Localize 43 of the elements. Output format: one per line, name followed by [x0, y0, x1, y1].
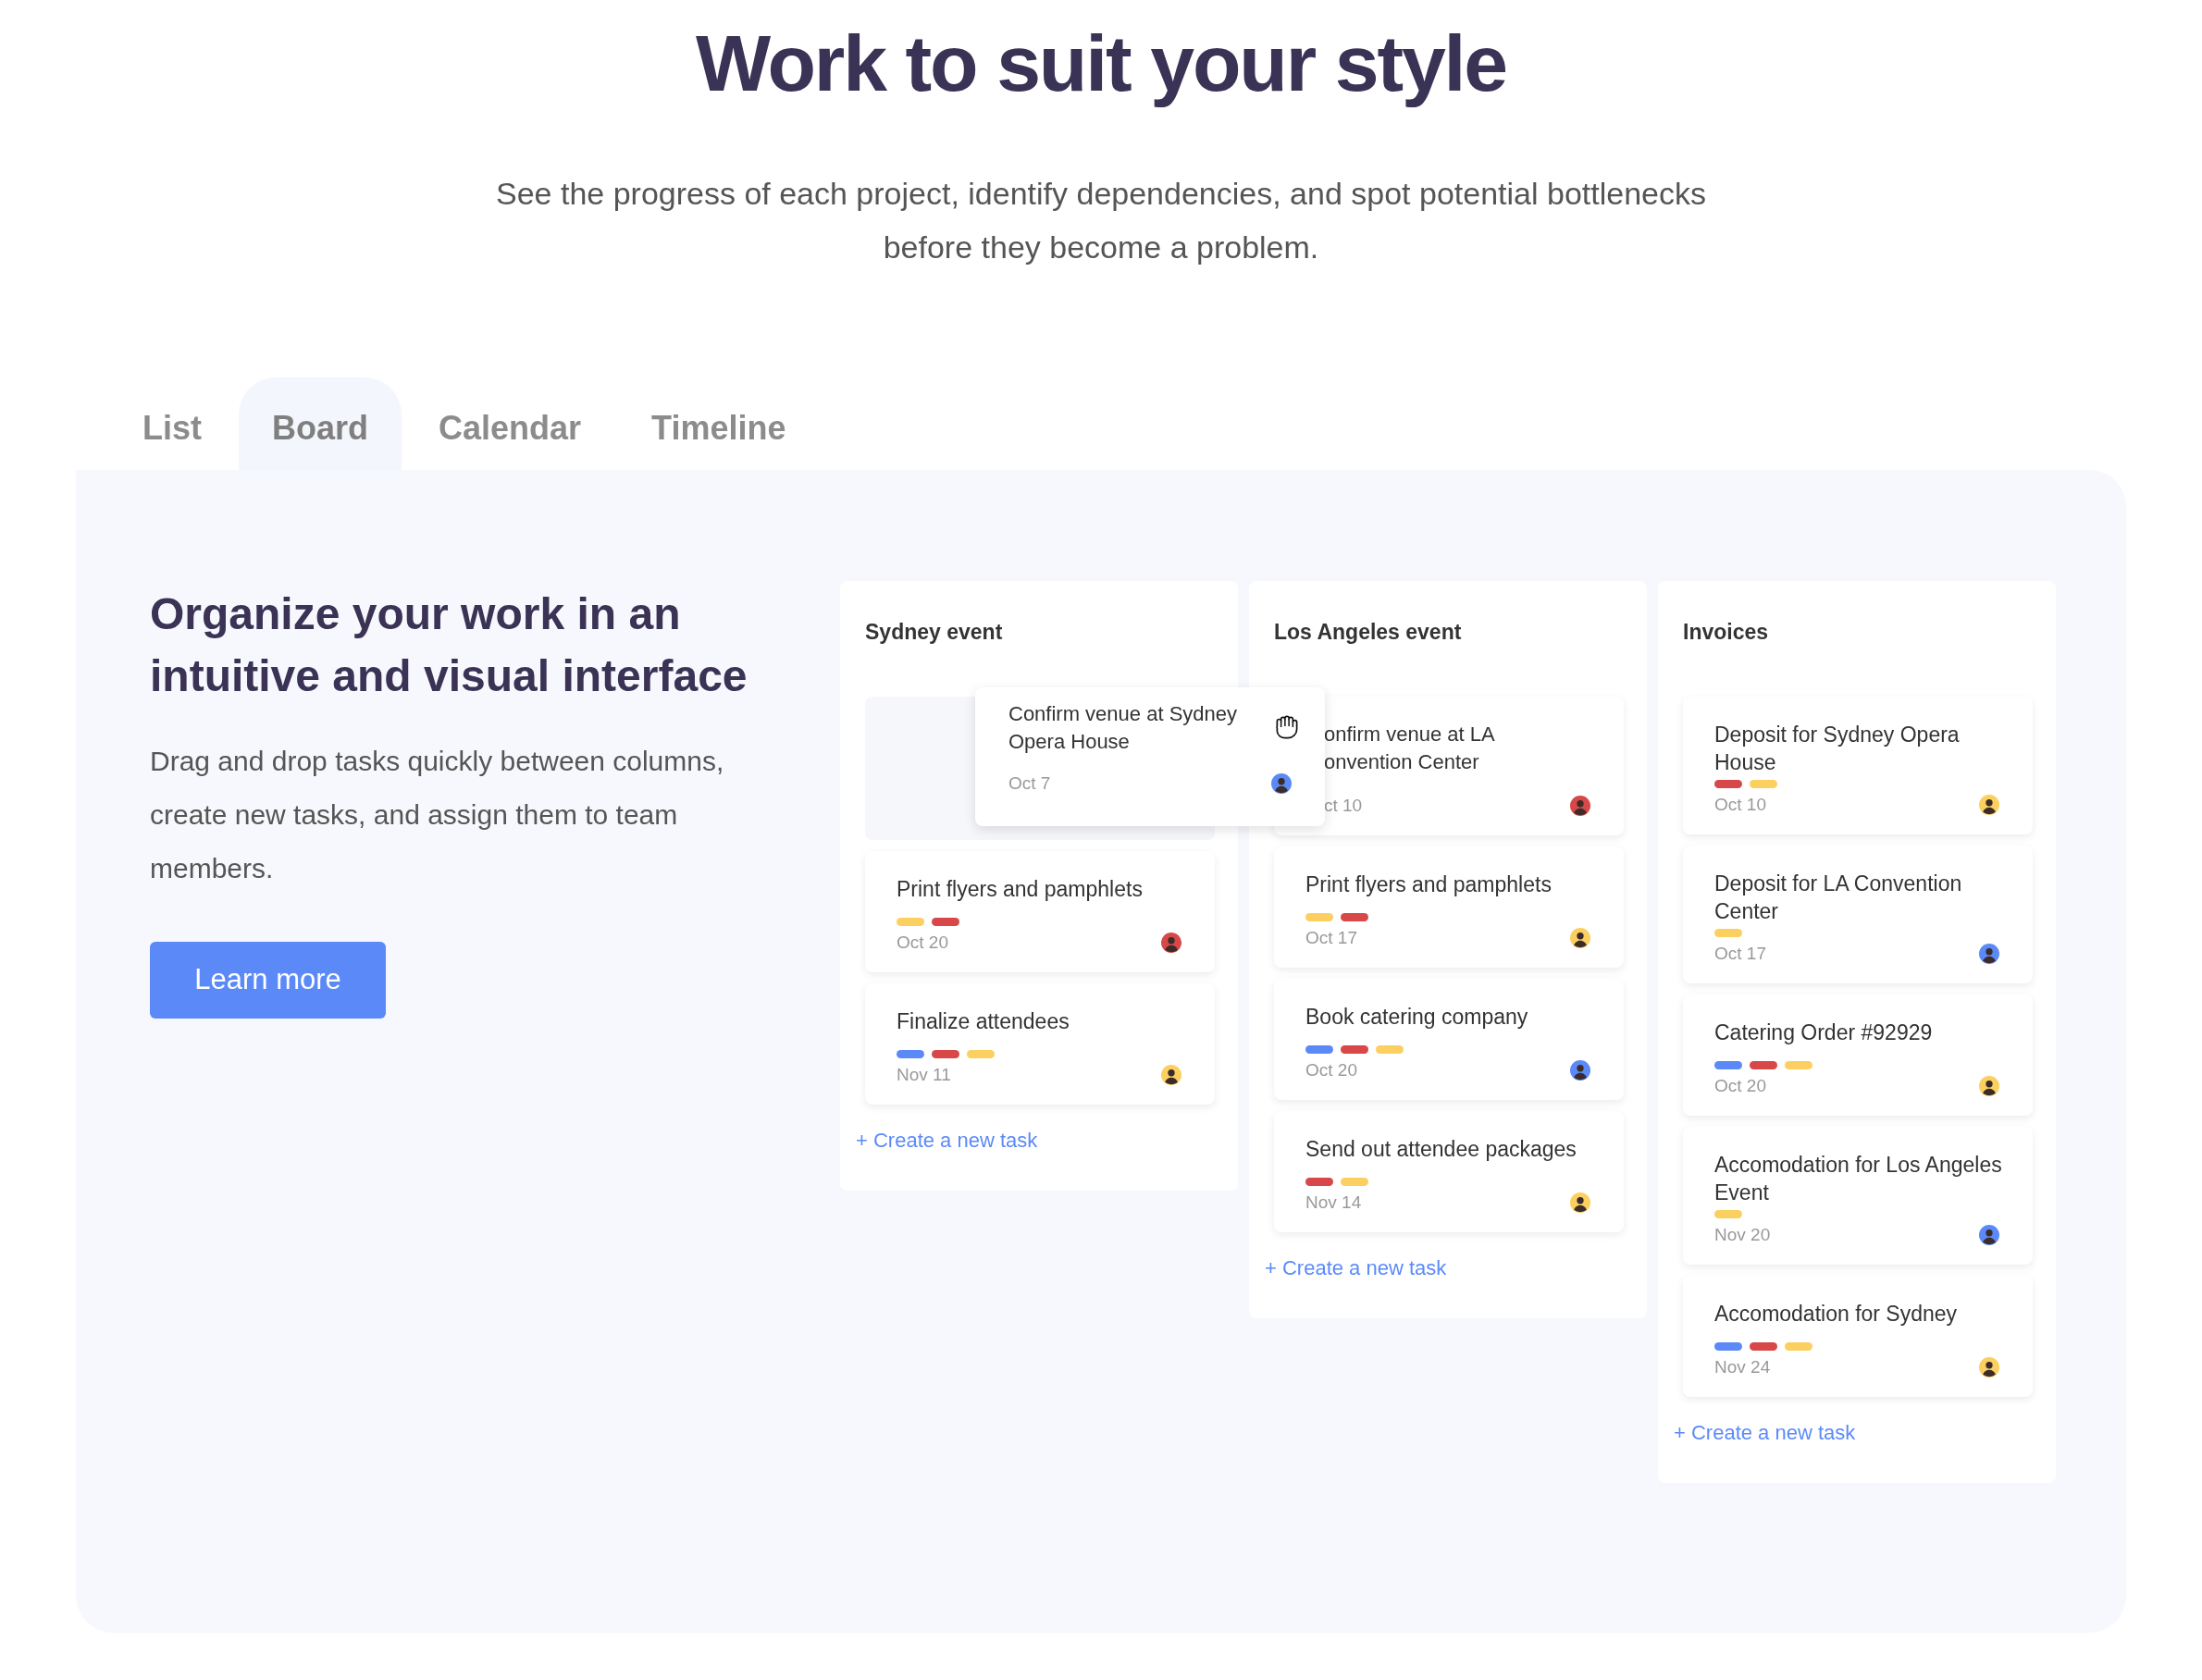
due-date: Nov 24	[1714, 1355, 1771, 1378]
due-date: Nov 11	[897, 1063, 951, 1086]
task-card[interactable]: Deposit for LA Convention Center Oct 17	[1683, 845, 2033, 983]
task-title: Print flyers and pamphlets	[897, 875, 1144, 903]
task-title: Confirm venue at Sydney Opera House	[1008, 700, 1239, 755]
task-card[interactable]: Print flyers and pamphlets Oct 17	[1274, 846, 1624, 968]
task-title: Accomodation for Los Angeles Event	[1714, 1151, 2003, 1206]
task-title: Deposit for LA Convention Center	[1714, 870, 1963, 925]
column-title: Los Angeles event	[1273, 619, 1463, 646]
column-title: Invoices	[1682, 619, 1770, 646]
task-card[interactable]: Accomodation for Los Angeles Event Nov 20	[1683, 1126, 2033, 1265]
task-card[interactable]: Accomodation for Sydney Nov 24	[1683, 1275, 2033, 1397]
due-date: ct 10	[1324, 794, 1363, 817]
task-title: Catering Order #92929	[1714, 1019, 1934, 1046]
due-date: Nov 20	[1714, 1223, 1771, 1246]
task-card[interactable]: Print flyers and pamphlets Oct 20	[865, 850, 1215, 972]
due-date: Oct 17	[1714, 942, 1766, 965]
due-date: Nov 14	[1305, 1191, 1362, 1214]
dragged-task-card[interactable]: Confirm venue at Sydney Opera House Oct 7	[975, 686, 1325, 826]
due-date: Oct 20	[1305, 1058, 1357, 1081]
task-card[interactable]: Deposit for Sydney Opera House Oct 10	[1683, 696, 2033, 834]
task-card[interactable]: Finalize attendees Nov 11	[865, 982, 1215, 1105]
task-card[interactable]: Send out attendee packages Nov 14	[1274, 1110, 1624, 1232]
due-date: Oct 7	[1008, 772, 1051, 795]
column-title: Sydney event	[864, 619, 1004, 646]
page-subtitle: See the progress of each project, identify dependencies, and spot potential bottlenecks before they become a problem.	[495, 175, 1707, 266]
page-title: Work to suit your style	[696, 18, 1506, 109]
task-card[interactable]: Book catering company Oct 20	[1274, 978, 1624, 1100]
task-card[interactable]: Catering Order #92929 Oct 20	[1683, 994, 2033, 1116]
task-title: Deposit for Sydney Opera House	[1714, 721, 1961, 776]
due-date: Oct 17	[1305, 926, 1357, 949]
due-date: Oct 20	[897, 931, 948, 954]
section-description: Drag and drop tasks quickly between columns, create new tasks, and assign them to team members.	[150, 745, 725, 885]
section-heading: Organize your work in an intuitive and visual interface	[150, 588, 748, 702]
task-title: Finalize attendees	[897, 1007, 1070, 1035]
task-title: onfirm venue at LA onvention Center	[1324, 721, 1496, 775]
task-title: Print flyers and pamphlets	[1305, 871, 1553, 898]
task-title: Book catering company	[1305, 1003, 1529, 1031]
due-date: Oct 20	[1714, 1074, 1766, 1097]
view-tab[interactable]: Board	[239, 377, 402, 470]
task-title: Accomodation for Sydney	[1714, 1300, 1959, 1328]
task-title: Send out attendee packages	[1305, 1135, 1577, 1163]
due-date: Oct 10	[1714, 793, 1766, 816]
